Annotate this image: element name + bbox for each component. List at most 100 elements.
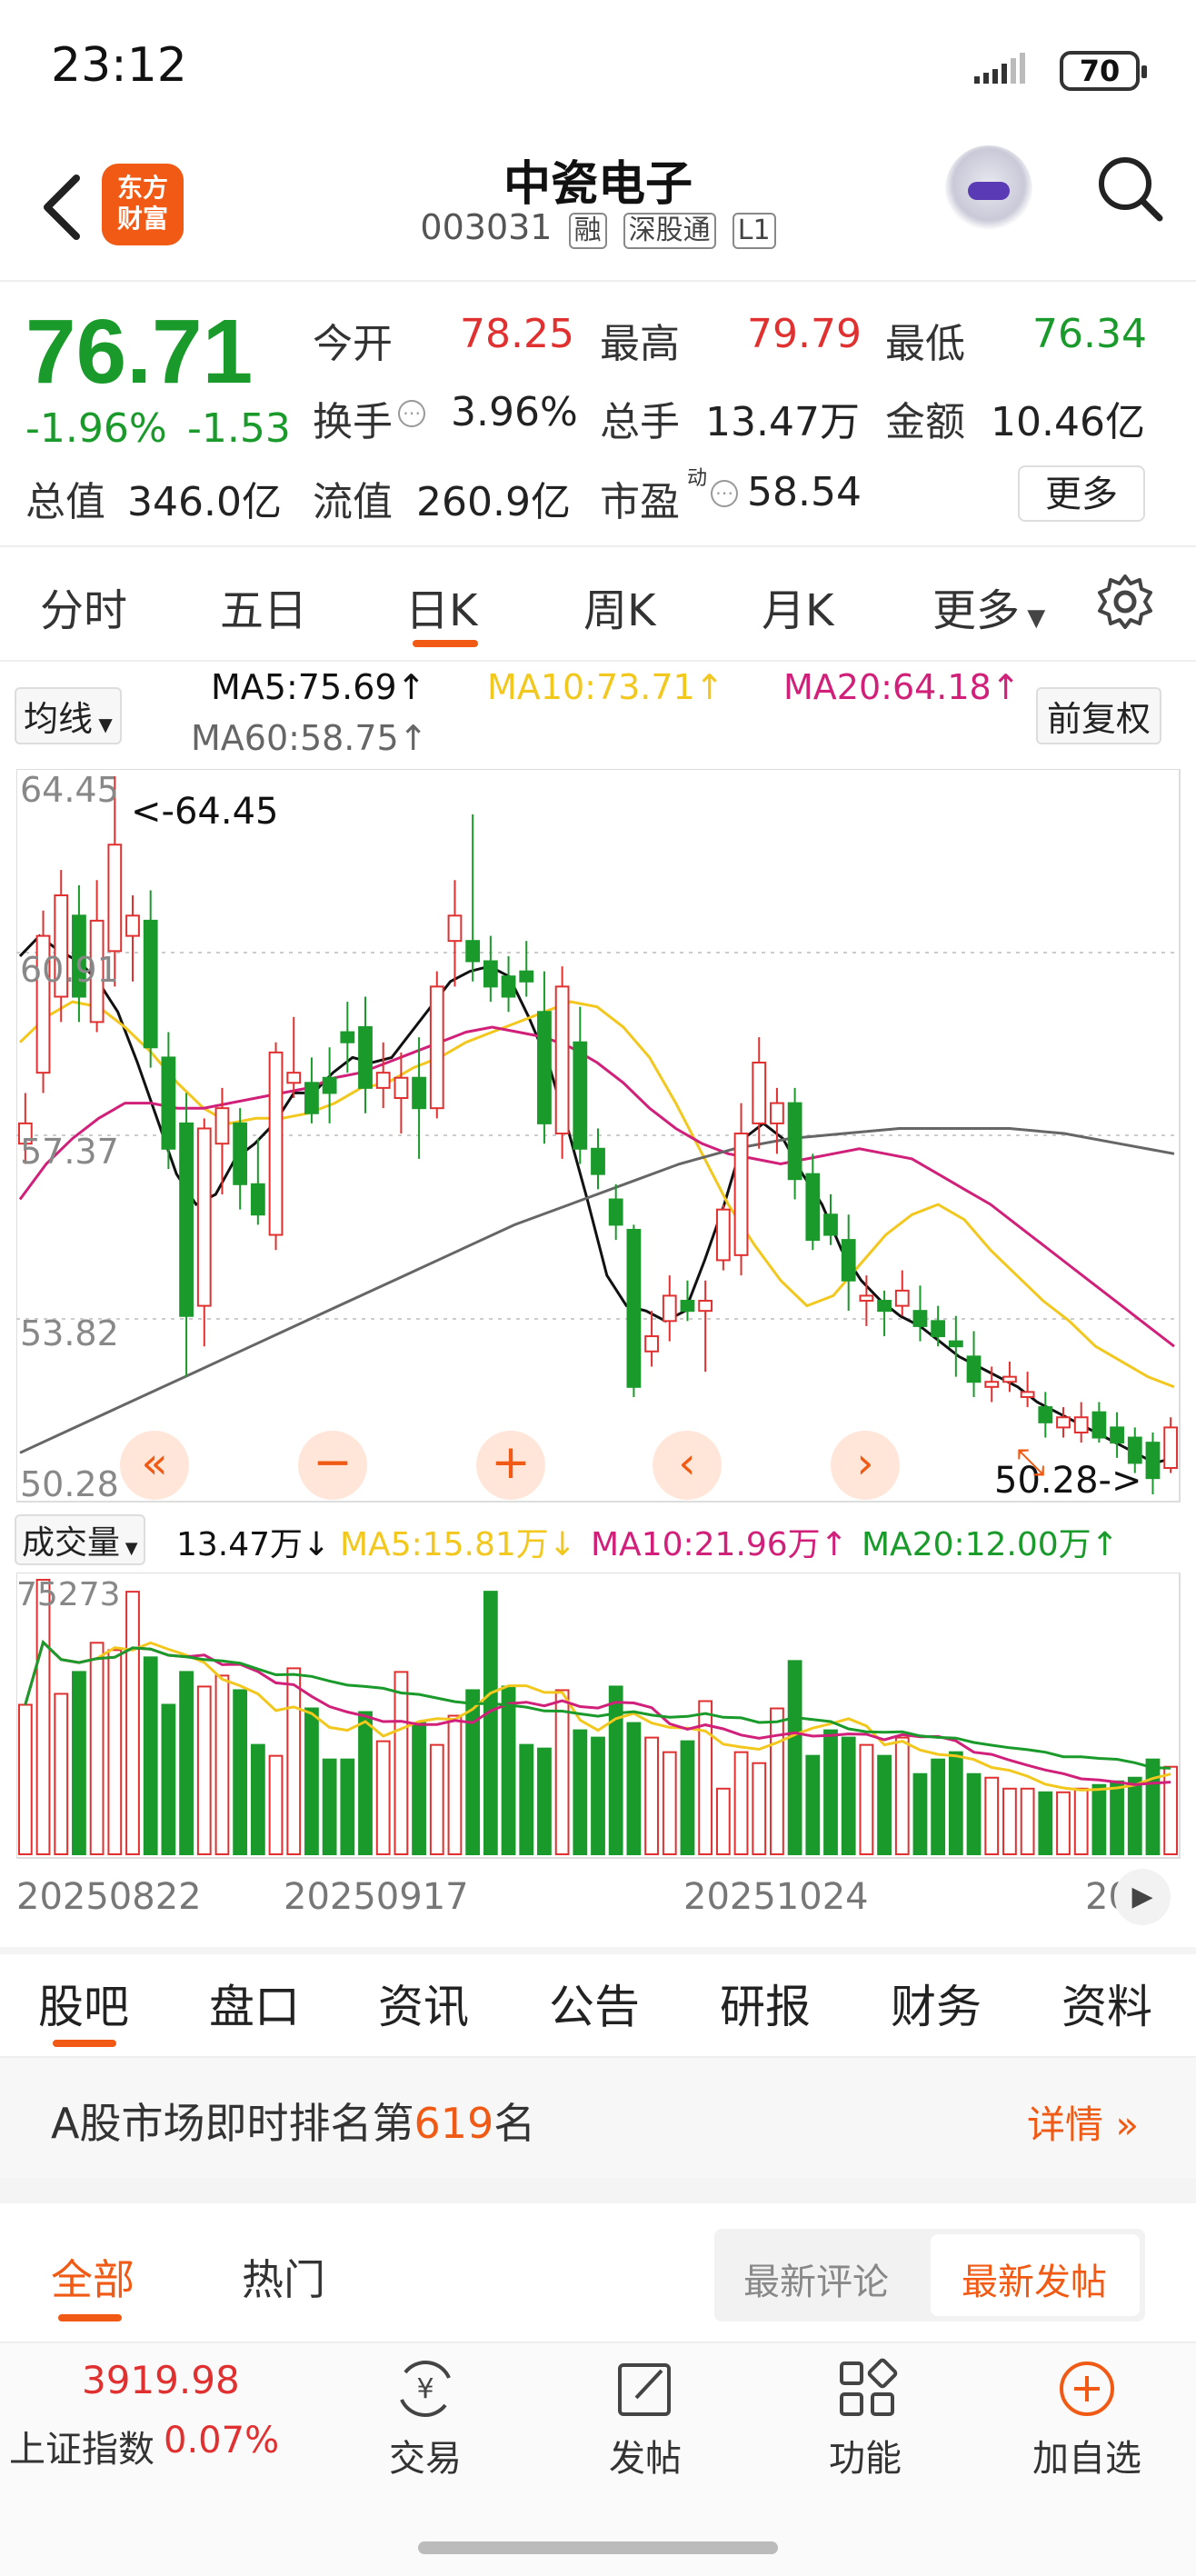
- post-edit-icon[interactable]: [614, 2358, 676, 2420]
- index-value[interactable]: 3919.98: [82, 2358, 240, 2402]
- tab-intraday[interactable]: 分时: [40, 574, 127, 638]
- step-forward-button[interactable]: ›: [831, 1431, 900, 1500]
- settings-gear-icon[interactable]: [1096, 573, 1154, 631]
- volume-bar: [340, 1758, 355, 1855]
- volume-bar: [72, 1671, 86, 1855]
- volume-bar: [554, 1689, 570, 1855]
- volume-chart[interactable]: [16, 1573, 1181, 1860]
- candle-down: [250, 1183, 265, 1216]
- volume-bar: [1038, 1791, 1053, 1856]
- candle-up: [752, 1061, 767, 1124]
- feed-tab-hot[interactable]: 热门: [242, 2247, 325, 2307]
- candle-down: [912, 1310, 928, 1327]
- tab-research[interactable]: 研报: [720, 1971, 811, 2036]
- volume-bar: [1020, 1787, 1035, 1855]
- nav-trade[interactable]: 交易: [353, 2429, 498, 2481]
- tab-monthly-k[interactable]: 月K: [762, 574, 833, 638]
- candle-up: [715, 1208, 731, 1262]
- volume-bar: [859, 1743, 874, 1856]
- tab-financials[interactable]: 财务: [891, 1971, 982, 2036]
- scroll-right-icon[interactable]: ▶: [1114, 1869, 1171, 1925]
- volume-bar: [715, 1787, 731, 1855]
- tab-orderbook[interactable]: 盘口: [209, 1971, 300, 2036]
- candle-down: [805, 1173, 821, 1242]
- step-back-button[interactable]: ‹: [653, 1431, 722, 1500]
- high-label: 最高: [600, 321, 680, 367]
- search-icon[interactable]: [1096, 155, 1165, 224]
- trade-yen-icon[interactable]: ¥: [393, 2360, 458, 2418]
- volume-bar: [394, 1671, 409, 1855]
- adjust-selector[interactable]: 前复权: [1036, 687, 1162, 744]
- index-name[interactable]: 上证指数: [9, 2420, 154, 2472]
- volume-bar: [787, 1660, 802, 1855]
- pe-info-icon[interactable]: ⋯: [711, 480, 738, 507]
- nav-functions[interactable]: 功能: [792, 2429, 938, 2481]
- volume-bar: [823, 1729, 838, 1855]
- volume-bar: [877, 1754, 892, 1855]
- ranking-detail-link[interactable]: 详情 »: [1027, 2094, 1139, 2150]
- sort-latest-post[interactable]: 最新发帖: [962, 2252, 1107, 2305]
- candle-down: [519, 970, 534, 983]
- functions-grid-icon[interactable]: [836, 2358, 898, 2420]
- candle-down: [161, 1056, 176, 1150]
- fullscreen-icon[interactable]: ⤡: [1016, 1442, 1045, 1483]
- current-price: 76.71: [25, 301, 254, 403]
- candle-down: [680, 1300, 695, 1313]
- volume-bar: [107, 1649, 123, 1856]
- candle-down: [1091, 1411, 1107, 1439]
- ranking-bar[interactable]: A股市场即时排名第619名 详情 »: [0, 2058, 1196, 2178]
- tab-news[interactable]: 资讯: [378, 1971, 469, 2036]
- feed-tab-all[interactable]: 全部: [51, 2247, 135, 2307]
- volume-bar: [89, 1642, 105, 1856]
- ma-selector[interactable]: 均线 ▼: [15, 687, 122, 744]
- home-indicator[interactable]: [418, 2541, 778, 2554]
- info-icon[interactable]: ⋯: [398, 400, 425, 427]
- volume-bar: [233, 1689, 248, 1855]
- volume-bar: [268, 1754, 284, 1855]
- tab-daily-k[interactable]: 日K: [405, 574, 477, 638]
- change-percent: -1.96%: [25, 405, 167, 452]
- candle-up: [662, 1294, 677, 1323]
- section-divider: [0, 1947, 1196, 1954]
- volume-bar: [304, 1707, 319, 1855]
- tab-profile[interactable]: 资料: [1061, 1971, 1152, 2036]
- candle-down: [501, 975, 516, 998]
- vol-ma5-legend: MA5:15.81万↓: [340, 1526, 576, 1563]
- kline-chart[interactable]: 64.45 60.91 57.37 53.82 50.28: [16, 769, 1181, 1503]
- nav-post[interactable]: 发帖: [573, 2429, 718, 2481]
- volume-bar: [537, 1747, 552, 1855]
- volume-bar: [680, 1740, 695, 1855]
- amount-value: 10.46亿: [991, 399, 1145, 445]
- pe-superscript: 动: [687, 467, 708, 490]
- volume-bar: [1145, 1758, 1161, 1855]
- candle-down: [340, 1031, 355, 1043]
- change-amount: -1.53: [187, 405, 291, 452]
- candle-up: [429, 985, 444, 1110]
- indicator-selector[interactable]: 成交量 ▼: [15, 1514, 145, 1565]
- candle-down: [358, 1025, 373, 1089]
- volume-bar: [483, 1591, 498, 1856]
- volume-bar: [54, 1692, 69, 1855]
- stock-code: 003031: [420, 207, 553, 247]
- volume-bar: [841, 1736, 856, 1855]
- assistant-robot-icon[interactable]: [945, 145, 1032, 233]
- nav-add-watchlist[interactable]: 加自选: [1014, 2429, 1160, 2481]
- add-watchlist-icon[interactable]: [1056, 2358, 1118, 2420]
- caret-down-icon: ▼: [1020, 604, 1046, 632]
- sort-latest-comment[interactable]: 最新评论: [743, 2252, 889, 2305]
- zoom-in-button[interactable]: +: [476, 1431, 545, 1500]
- more-button[interactable]: 更多: [1018, 465, 1145, 522]
- candle-down: [1110, 1426, 1124, 1444]
- volume-bar: [805, 1754, 821, 1855]
- open-value: 78.25: [460, 311, 574, 357]
- tab-announcements[interactable]: 公告: [549, 1971, 640, 2036]
- tab-more[interactable]: 更多 ▼: [932, 574, 1045, 638]
- ma10-legend: MA10:73.71↑: [487, 667, 724, 707]
- tab-weekly-k[interactable]: 周K: [583, 574, 655, 638]
- tab-five-day[interactable]: 五日: [220, 574, 307, 638]
- indicator-selector-label: 成交量: [22, 1524, 121, 1562]
- zoom-out-button[interactable]: −: [298, 1431, 367, 1500]
- tab-forum[interactable]: 股吧: [38, 1971, 129, 2036]
- ranking-detail-label: 详情: [1027, 2102, 1104, 2147]
- fast-backward-button[interactable]: «: [120, 1431, 189, 1500]
